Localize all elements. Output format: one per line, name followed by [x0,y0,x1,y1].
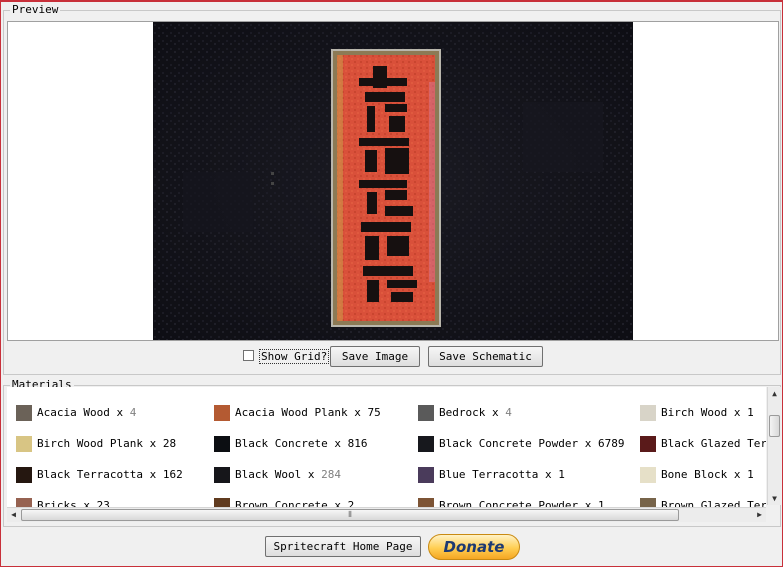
material-name: Bricks [37,499,77,507]
donate-button[interactable]: Donate [428,534,520,560]
material-name: Acacia Wood [37,406,110,419]
acacia-wood-icon [16,405,32,421]
material-name: Bedrock [439,406,486,419]
material-count: 816 [347,437,368,450]
material-label: Birch Wood Plank x 28 [37,436,176,452]
material-times-sign: x [301,468,322,481]
material-name: Bone Block [661,468,728,481]
bricks-icon [16,498,32,507]
birch-wood-plank-icon [16,436,32,452]
materials-list: Acacia Wood x 4 Acacia Wood Plank x 75 Bed… [7,387,766,507]
material-name: Black Terracotta [37,468,143,481]
material-label: Black Concrete x 816 [235,436,367,452]
material-times-sign: x [347,406,368,419]
black-concrete-powder-icon [418,436,434,452]
material-times-sign: x [538,468,559,481]
scroll-right-arrow-icon[interactable]: ▶ [753,508,766,522]
material-name: Black Concrete [235,437,328,450]
material-count: 1 [558,468,565,481]
material-times-sign: x [727,468,748,481]
material-times-sign: x [142,437,163,450]
material-name: Birch Wood [661,406,728,419]
material-times-sign: x [578,499,598,507]
material-count: 4 [505,406,512,419]
material-name: Birch Wood Plank [37,437,143,450]
black-wool-icon [214,467,230,483]
material-count: 6789 [597,437,625,450]
preview-pane [7,21,779,341]
material-count: 23 [96,499,110,507]
vertical-scroll-thumb[interactable] [769,415,780,437]
scroll-left-arrow-icon[interactable]: ◀ [7,508,20,522]
material-name: Brown Concrete [235,499,328,507]
material-label: Blue Terracotta x 1 [439,467,565,483]
bedrock-icon [418,405,434,421]
spritecraft-home-page-button[interactable]: Spritecraft Home Page [265,536,421,557]
material-label: Black Wool x 284 [235,467,341,483]
material-label: Black Glazed Terr [661,436,766,452]
material-label: Bricks x 23 [37,498,110,507]
preview-image [153,22,633,340]
scroll-down-arrow-icon[interactable]: ▼ [768,492,781,505]
horizontal-scrollbar[interactable]: ◀ ⦀ ▶ [7,507,766,522]
material-label: Black Concrete Powder x 6789 [439,436,624,452]
material-times-sign: x [578,437,598,450]
black-terracotta-icon [16,467,32,483]
material-times-sign: x [109,406,130,419]
acacia-wood-plank-icon [214,405,230,421]
vertical-scrollbar[interactable]: ▲ ▼ [767,387,781,505]
materials-group: Materials Acacia Wood x 4 Acacia Wood Pla… [3,379,781,527]
material-name: Blue Terracotta [439,468,539,481]
material-times-sign: x [727,406,748,419]
material-name: Brown Concrete Powder [439,499,579,507]
material-times-sign: x [327,437,348,450]
material-times-sign: x [485,406,506,419]
save-image-button[interactable]: Save Image [330,346,420,367]
material-label: Birch Wood x 1 [661,405,754,421]
material-label: Brown Concrete Powder x 1 [439,498,605,507]
material-label: Acacia Wood Plank x 75 [235,405,381,421]
material-count: 28 [162,437,177,450]
show-grid-checkbox[interactable] [243,350,254,361]
material-name: Black Wool [235,468,302,481]
material-label: Acacia Wood x 4 [37,405,136,421]
material-count: 4 [129,406,137,419]
brown-glazed-terracotta-icon [640,498,656,507]
material-label: Brown Glazed Terr [661,498,766,507]
material-count: 284 [321,468,341,481]
brown-concrete-icon [214,498,230,507]
material-count: 1 [747,406,754,419]
material-name: Black Concrete Powder [439,437,579,450]
material-count: 162 [162,468,183,481]
material-label: Black Terracotta x 162 [37,467,183,483]
material-times-sign: x [76,499,97,507]
black-glazed-terracotta-icon [640,436,656,452]
material-times-sign: x [327,499,348,507]
material-name: Brown Glazed Terr [661,499,766,507]
bone-block-icon [640,467,656,483]
material-count: 2 [347,499,355,507]
save-schematic-button[interactable]: Save Schematic [428,346,543,367]
material-times-sign: x [142,468,163,481]
material-label: Bedrock x 4 [439,405,512,421]
black-concrete-icon [214,436,230,452]
material-count: 1 [597,499,605,507]
scroll-up-arrow-icon[interactable]: ▲ [768,387,781,400]
material-label: Bone Block x 1 [661,467,754,483]
preview-legend: Preview [10,3,61,16]
birch-wood-icon [640,405,656,421]
horizontal-scroll-thumb[interactable]: ⦀ [21,509,679,521]
preview-group: Preview [3,4,781,375]
material-label: Brown Concrete x 2 [235,498,354,507]
material-name: Acacia Wood Plank [235,406,348,419]
material-count: 75 [367,406,381,419]
brown-concrete-powder-icon [418,498,434,507]
material-count: 1 [747,468,754,481]
show-grid-label[interactable]: Show Grid? [259,349,330,364]
blue-terracotta-icon [418,467,434,483]
material-name: Black Glazed Terr [661,437,766,450]
